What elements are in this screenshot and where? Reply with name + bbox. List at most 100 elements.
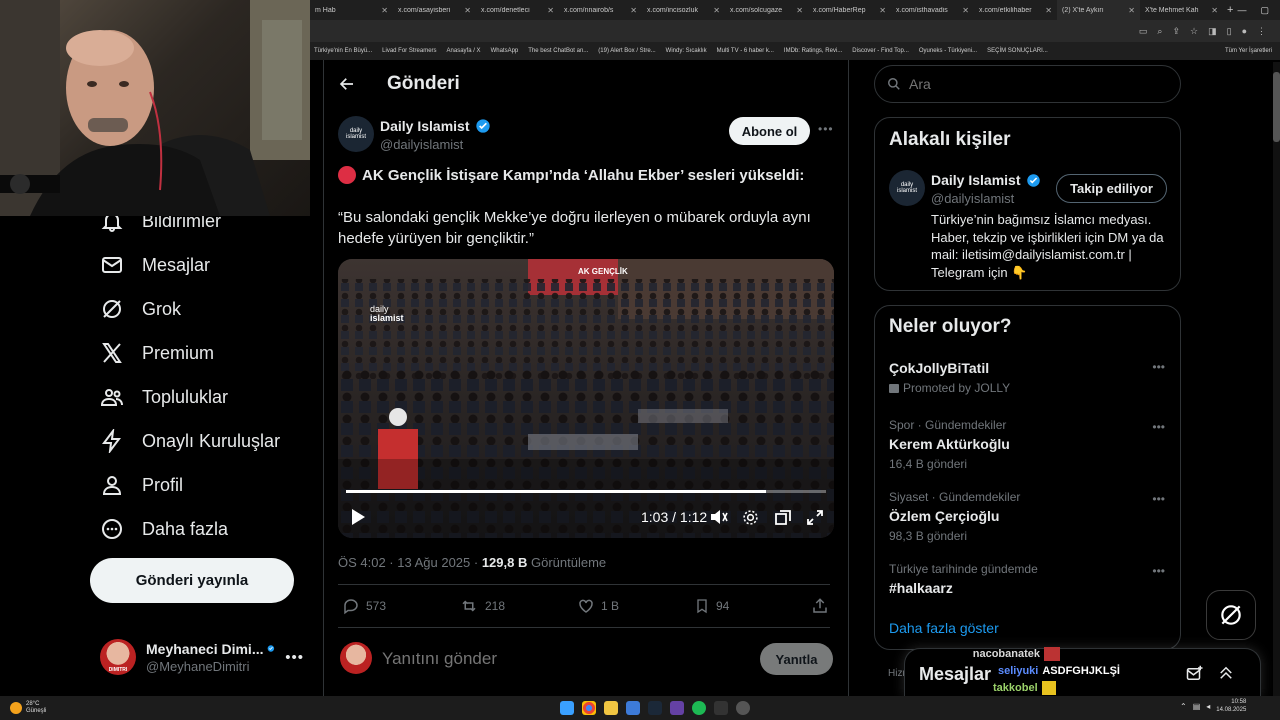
pip-icon[interactable] xyxy=(775,510,791,530)
account-switcher[interactable]: DIMITRI Meyhaneci Dimi... @MeyhaneDimitr… xyxy=(100,638,310,676)
scrollbar[interactable] xyxy=(1273,62,1280,696)
bookmark-item[interactable]: (19) Alert Box / Stre... xyxy=(598,48,655,54)
repost-action[interactable]: 218 xyxy=(459,597,505,615)
author-handle[interactable]: @dailyislamist xyxy=(380,137,463,152)
show-more-link[interactable]: Daha fazla göster xyxy=(889,620,999,636)
clock[interactable]: 10:58 14.08.2025 xyxy=(1216,698,1246,714)
bookmark-item[interactable]: Multi TV - 6 haber k... xyxy=(717,48,774,54)
browser-tab-active[interactable]: (2) X'te Aykırı ✕ xyxy=(1057,0,1140,20)
nav-profile[interactable]: Profil xyxy=(100,465,183,505)
app-icon[interactable] xyxy=(670,701,684,715)
close-tab-icon[interactable]: ✕ xyxy=(713,6,720,15)
spotify-icon[interactable] xyxy=(692,701,706,715)
new-tab-icon[interactable]: + xyxy=(1223,4,1237,16)
post-timestamp[interactable]: ÖS 4:02 · 13 Ağu 2025 · xyxy=(338,555,482,570)
trend-more-icon[interactable]: ••• xyxy=(1152,492,1165,506)
app-icon[interactable] xyxy=(626,701,640,715)
close-tab-icon[interactable]: ✕ xyxy=(547,6,554,15)
close-tab-icon[interactable]: ✕ xyxy=(630,6,637,15)
related-handle[interactable]: @dailyislamist xyxy=(931,191,1014,206)
menu-icon[interactable]: ⋮ xyxy=(1257,26,1266,37)
sidebar-toggle-icon[interactable]: ▯ xyxy=(1227,26,1232,37)
browser-tab[interactable]: x.com/HaberRep ✕ xyxy=(808,0,891,20)
bookmark-item[interactable]: Livad For Streamers xyxy=(382,48,436,54)
browser-tab[interactable]: x.com/asayisberi ✕ xyxy=(393,0,476,20)
share-post-icon[interactable] xyxy=(811,597,829,620)
close-tab-icon[interactable]: ✕ xyxy=(879,6,886,15)
minimize-icon[interactable]: — xyxy=(1237,5,1246,16)
browser-tab[interactable]: X'te Mehmet Kah ✕ xyxy=(1140,0,1223,20)
nav-verified-orgs[interactable]: Onaylı Kuruluşlar xyxy=(100,421,280,461)
trend-item[interactable]: ÇokJollyBiTatil Promoted by JOLLY ••• xyxy=(889,360,1179,395)
browser-tab[interactable]: x.com/nnairob/s ✕ xyxy=(559,0,642,20)
author-name[interactable]: Daily Islamist xyxy=(380,118,470,134)
sound-icon[interactable]: ◂ xyxy=(1206,702,1210,711)
bookmark-item[interactable]: SEÇİM SONUÇLARI... xyxy=(987,48,1048,54)
bookmark-item[interactable]: Windy: Sıcaklık xyxy=(666,48,707,54)
browser-tab[interactable]: m Hab ✕ xyxy=(310,0,393,20)
close-tab-icon[interactable]: ✕ xyxy=(796,6,803,15)
fullscreen-icon[interactable] xyxy=(807,510,823,530)
nav-messages[interactable]: Mesajlar xyxy=(100,245,210,285)
extension-icon[interactable]: ◨ xyxy=(1208,26,1217,37)
trend-more-icon[interactable]: ••• xyxy=(1152,420,1165,434)
network-icon[interactable]: ▤ xyxy=(1193,702,1201,711)
all-bookmarks[interactable]: Tüm Yer İşaretleri xyxy=(1225,48,1280,54)
trend-item[interactable]: Spor · Gündemdekiler Kerem Aktürkoğlu 16… xyxy=(889,418,1179,471)
cast-icon[interactable]: ▭ xyxy=(1139,26,1148,37)
trend-item[interactable]: Siyaset · Gündemdekiler Özlem Çerçioğlu … xyxy=(889,490,1179,543)
browser-tab[interactable]: x.com/isthavadis ✕ xyxy=(891,0,974,20)
nav-grok[interactable]: Grok xyxy=(100,289,181,329)
author-avatar[interactable]: daily islamist xyxy=(338,116,374,152)
close-tab-icon[interactable]: ✕ xyxy=(962,6,969,15)
reply-button[interactable]: Yanıtla xyxy=(760,643,833,675)
search-box[interactable] xyxy=(874,65,1181,103)
search-input[interactable] xyxy=(909,76,1149,92)
trend-more-icon[interactable]: ••• xyxy=(1152,564,1165,578)
grok-float-button[interactable] xyxy=(1206,590,1256,640)
app-icon[interactable] xyxy=(714,701,728,715)
bookmark-item[interactable]: WhatsApp xyxy=(491,48,519,54)
browser-tab[interactable]: x.com/denetleci ✕ xyxy=(476,0,559,20)
obs-icon[interactable] xyxy=(736,701,750,715)
bookmark-item[interactable]: The best ChatBot an... xyxy=(528,48,588,54)
zoom-icon[interactable]: ⌕ xyxy=(1157,26,1162,37)
nav-more[interactable]: Daha fazla xyxy=(100,509,228,549)
like-action[interactable]: 1 B xyxy=(577,597,619,615)
bookmark-item[interactable]: Anasayfa / X xyxy=(447,48,481,54)
nav-premium[interactable]: Premium xyxy=(100,333,214,373)
weather-widget[interactable]: 28°C Güneşli xyxy=(0,701,200,715)
following-button[interactable]: Takip ediliyor xyxy=(1056,174,1167,203)
bookmark-item[interactable]: Discover - Find Top... xyxy=(852,48,909,54)
video-progress-track[interactable] xyxy=(346,490,826,493)
bookmark-item[interactable]: IMDb: Ratings, Revi... xyxy=(784,48,842,54)
bookmark-action[interactable]: 94 xyxy=(694,597,729,615)
profile-icon[interactable]: ● xyxy=(1242,26,1247,36)
post-button[interactable]: Gönderi yayınla xyxy=(90,558,294,603)
settings-gear-icon[interactable] xyxy=(742,509,759,531)
close-tab-icon[interactable]: ✕ xyxy=(1128,6,1135,15)
chrome-icon[interactable] xyxy=(582,701,596,715)
steam-icon[interactable] xyxy=(648,701,662,715)
account-more-icon[interactable]: ••• xyxy=(285,649,304,666)
trend-more-icon[interactable]: ••• xyxy=(1152,360,1165,374)
reply-input[interactable] xyxy=(382,647,742,671)
scrollbar-thumb[interactable] xyxy=(1273,72,1280,142)
close-tab-icon[interactable]: ✕ xyxy=(1045,6,1052,15)
browser-tab[interactable]: x.com/etkilihaber ✕ xyxy=(974,0,1057,20)
reply-action[interactable]: 573 xyxy=(342,597,386,615)
nav-communities[interactable]: Topluluklar xyxy=(100,377,228,417)
expand-up-icon[interactable] xyxy=(1217,664,1235,687)
bookmark-item[interactable]: Türkiye'nin En Büyü... xyxy=(314,48,372,54)
related-name[interactable]: Daily Islamist xyxy=(931,172,1021,188)
tray-chevron-icon[interactable]: ⌃ xyxy=(1180,702,1187,711)
new-message-icon[interactable] xyxy=(1186,665,1204,688)
trend-item[interactable]: Türkiye tarihinde gündemde #halkaarz ••• xyxy=(889,562,1179,596)
close-tab-icon[interactable]: ✕ xyxy=(464,6,471,15)
windows-start-icon[interactable] xyxy=(560,701,574,715)
play-icon[interactable] xyxy=(350,508,366,531)
subscribe-button[interactable]: Abone ol xyxy=(729,117,810,145)
maximize-icon[interactable]: ▢ xyxy=(1260,5,1269,16)
volume-icon[interactable] xyxy=(710,509,728,530)
bookmark-item[interactable]: Oyuneks - Türkiyeni... xyxy=(919,48,977,54)
